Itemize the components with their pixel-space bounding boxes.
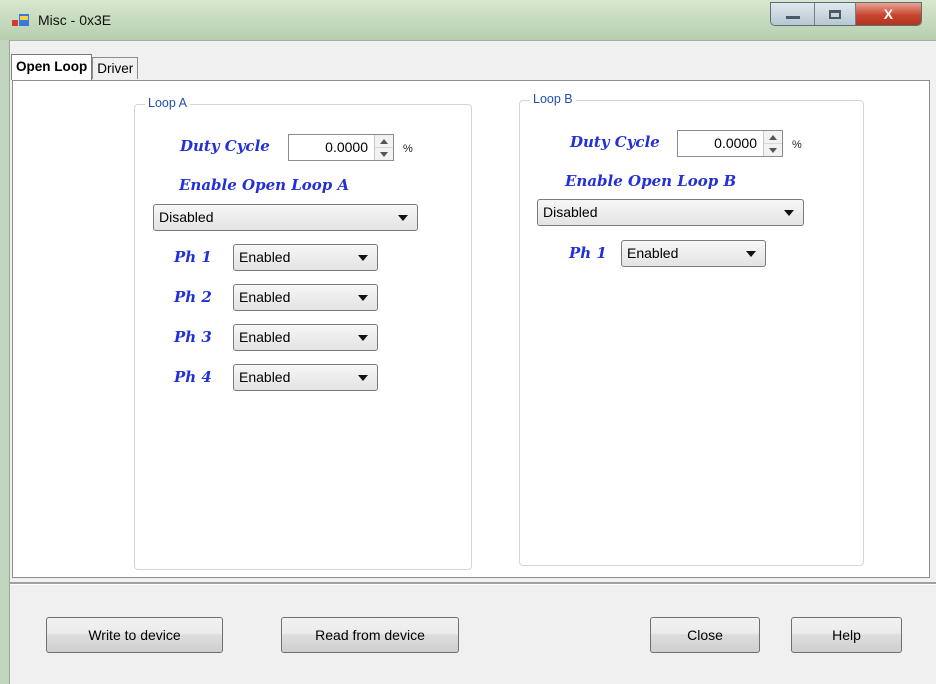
ph1-a-label: Ph 1	[174, 248, 212, 266]
chevron-down-icon	[358, 295, 368, 301]
ph1-a-value: Enabled	[239, 249, 291, 265]
read-from-device-button[interactable]: Read from device	[281, 617, 459, 653]
ph4-a-value: Enabled	[239, 369, 291, 385]
enable-open-loop-a-select[interactable]: Disabled	[153, 204, 418, 231]
chevron-down-icon	[398, 215, 408, 221]
ph4-a-label: Ph 4	[174, 368, 212, 386]
ph2-a-select[interactable]: Enabled	[233, 284, 378, 311]
window-left-border	[0, 40, 10, 684]
ph4-a-select[interactable]: Enabled	[233, 364, 378, 391]
ph1-b-select[interactable]: Enabled	[621, 240, 766, 267]
spin-down-icon	[769, 147, 777, 153]
duty-cycle-a-down-button[interactable]	[375, 148, 393, 160]
duty-cycle-a-unit: %	[403, 143, 413, 155]
close-window-button[interactable]: X	[855, 3, 921, 25]
minimize-icon	[785, 15, 800, 19]
enable-open-loop-a-value: Disabled	[159, 209, 214, 225]
tab-open-loop[interactable]: Open Loop	[11, 54, 93, 80]
duty-cycle-b-stepper[interactable]: 0.0000	[677, 130, 783, 157]
title-bar[interactable]: Misc - 0x3E X	[0, 0, 936, 41]
duty-cycle-a-up-button[interactable]	[375, 135, 393, 148]
tab-strip: Open Loop Driver	[11, 54, 139, 80]
help-button[interactable]: Help	[791, 617, 902, 653]
ph3-a-value: Enabled	[239, 329, 291, 345]
enable-open-loop-b-select[interactable]: Disabled	[537, 199, 804, 226]
duty-cycle-b-unit: %	[792, 139, 802, 151]
maximize-button[interactable]	[815, 3, 856, 25]
chevron-down-icon	[358, 255, 368, 261]
duty-cycle-b-spin	[763, 131, 782, 156]
tab-driver[interactable]: Driver	[92, 57, 139, 79]
write-to-device-button[interactable]: Write to device	[46, 617, 223, 653]
ph1-b-value: Enabled	[627, 245, 679, 261]
maximize-icon	[829, 9, 842, 19]
chevron-down-icon	[746, 251, 756, 257]
ph1-a-select[interactable]: Enabled	[233, 244, 378, 271]
duty-cycle-a-stepper[interactable]: 0.0000	[288, 134, 394, 161]
ph3-a-label: Ph 3	[174, 328, 212, 346]
spin-up-icon	[769, 134, 777, 140]
ph2-a-label: Ph 2	[174, 288, 212, 306]
app-icon	[12, 14, 29, 26]
group-loop-b-legend: Loop B	[530, 92, 576, 106]
duty-cycle-a-value: 0.0000	[325, 139, 368, 155]
enable-open-loop-a-label: Enable Open Loop A	[179, 176, 350, 194]
enable-open-loop-b-label: Enable Open Loop B	[565, 172, 737, 190]
window-title: Misc - 0x3E	[38, 12, 112, 28]
spin-down-icon	[380, 151, 388, 157]
duty-cycle-b-up-button[interactable]	[764, 131, 782, 144]
duty-cycle-b-label: Duty Cycle	[570, 133, 660, 151]
duty-cycle-a-label: Duty Cycle	[180, 137, 270, 155]
duty-cycle-b-value: 0.0000	[714, 135, 757, 151]
chevron-down-icon	[784, 210, 794, 216]
duty-cycle-b-down-button[interactable]	[764, 144, 782, 156]
chevron-down-icon	[358, 335, 368, 341]
enable-open-loop-b-value: Disabled	[543, 204, 598, 220]
duty-cycle-a-spin	[374, 135, 393, 160]
ph1-b-label: Ph 1	[569, 244, 607, 262]
ph2-a-value: Enabled	[239, 289, 291, 305]
spin-up-icon	[380, 138, 388, 144]
group-loop-b: Loop B Duty Cycle 0.0000 % Enable Open L…	[519, 92, 864, 566]
group-loop-a: Loop A Duty Cycle 0.0000 % Enable Open L…	[134, 96, 472, 570]
minimize-button[interactable]	[771, 3, 816, 25]
ph3-a-select[interactable]: Enabled	[233, 324, 378, 351]
group-loop-a-legend: Loop A	[145, 96, 190, 110]
window-controls: X	[770, 2, 922, 26]
close-icon: X	[883, 6, 894, 22]
footer-separator	[10, 582, 936, 585]
close-button[interactable]: Close	[650, 617, 760, 653]
tab-page-open-loop: Loop A Duty Cycle 0.0000 % Enable Open L…	[12, 80, 930, 578]
chevron-down-icon	[358, 375, 368, 381]
